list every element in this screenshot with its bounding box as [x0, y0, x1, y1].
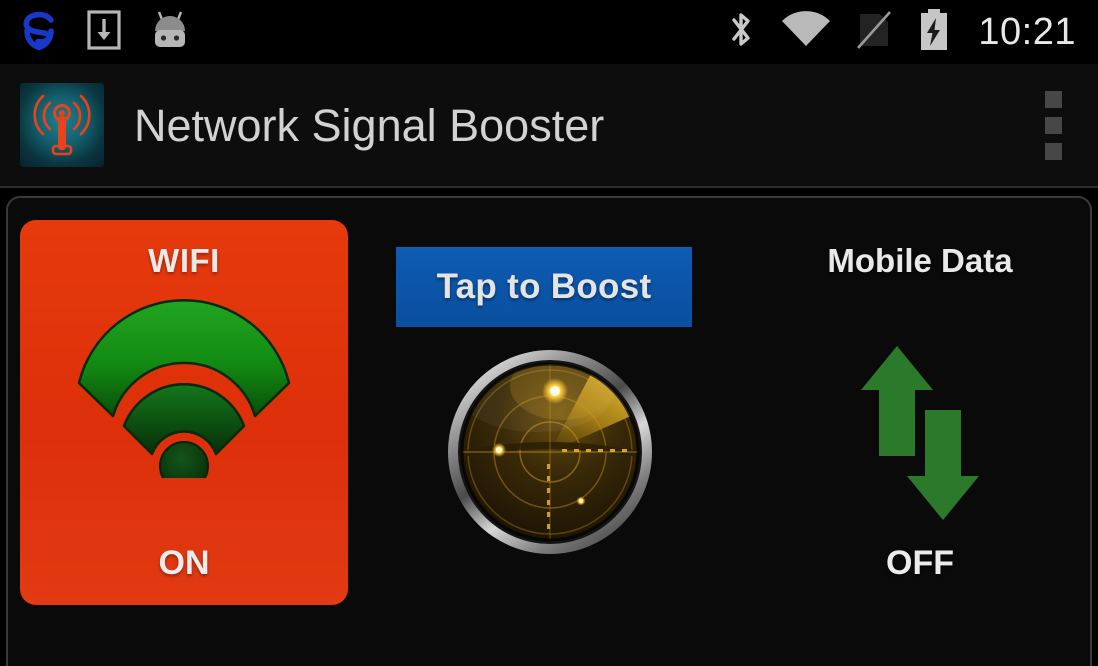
wifi-toggle-card[interactable]: WIFI ON	[20, 220, 348, 605]
overflow-dot	[1045, 90, 1062, 108]
sophos-security-icon	[18, 9, 60, 56]
battery-charging-icon	[916, 7, 952, 58]
page-title: Network Signal Booster	[134, 99, 605, 151]
action-bar: Network Signal Booster	[0, 64, 1098, 188]
mobile-data-toggle[interactable]: Mobile Data OFF	[770, 220, 1070, 605]
wifi-signal-glyph-icon	[77, 299, 291, 478]
mobile-data-state: OFF	[886, 544, 954, 582]
download-icon	[86, 9, 122, 56]
wifi-signal-icon	[780, 9, 832, 56]
overflow-dot	[1045, 116, 1062, 134]
tap-to-boost-button-label: Tap to Boost	[436, 267, 652, 306]
status-bar-right-icons: 10:21	[724, 7, 1098, 58]
status-bar-left-icons	[0, 9, 192, 56]
status-bar-clock: 10:21	[978, 11, 1076, 53]
overflow-dot	[1045, 142, 1062, 160]
overflow-menu-icon[interactable]	[1037, 81, 1070, 170]
wifi-card-state: ON	[158, 544, 210, 582]
bluetooth-icon	[724, 8, 758, 57]
network-signal-booster-app-icon	[20, 83, 104, 167]
status-bar: 10:21	[0, 0, 1098, 64]
no-sim-icon	[854, 8, 894, 57]
content-panel: WIFI ON Tap to Boost Mobile Data OFF	[6, 196, 1092, 666]
wifi-card-title: WIFI	[148, 242, 220, 279]
mobile-data-arrows-icon	[861, 346, 979, 520]
tap-to-boost-button[interactable]: Tap to Boost	[396, 247, 692, 327]
android-system-icon	[148, 9, 192, 56]
radar-dial[interactable]	[444, 346, 656, 558]
mobile-data-title: Mobile Data	[827, 242, 1013, 279]
